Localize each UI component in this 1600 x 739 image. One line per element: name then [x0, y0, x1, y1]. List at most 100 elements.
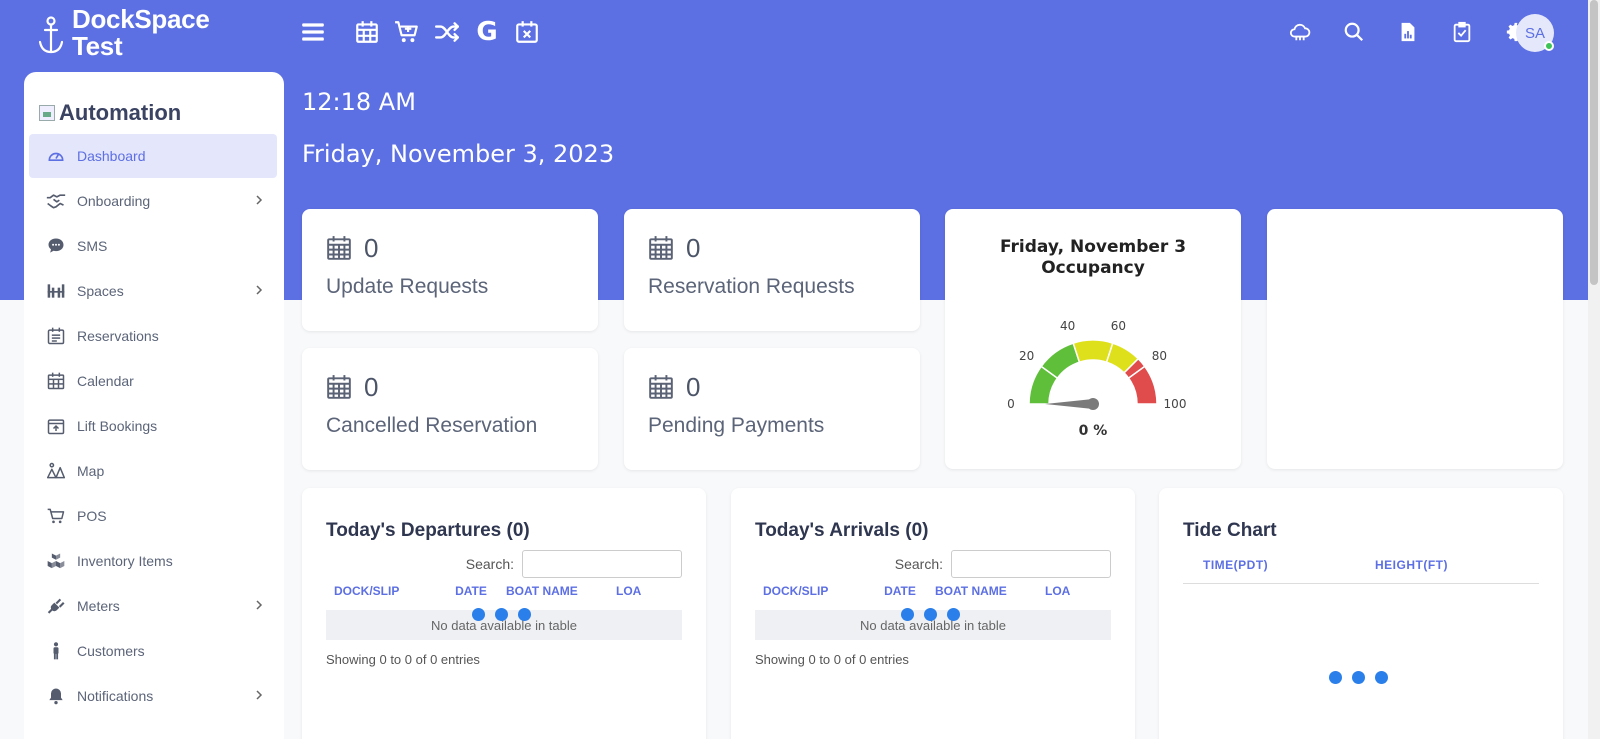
sidebar-item-sms[interactable]: SMS [29, 224, 277, 268]
arrivals-search: Search: [895, 550, 1111, 578]
calendar-icon [356, 21, 378, 43]
loading-dot [924, 608, 937, 621]
sidebar-item-label: Onboarding [77, 193, 151, 209]
sidebar-item-notifications[interactable]: Notifications [29, 674, 277, 718]
cloud-sync-button[interactable] [1286, 16, 1314, 48]
column-header-time[interactable]: TIME(PDT) [1203, 558, 1268, 572]
gauge-tick-label: 60 [1111, 319, 1126, 333]
stat-value: 0 [686, 372, 701, 402]
gauge-tick-label: 40 [1060, 319, 1075, 333]
reports-button[interactable] [1394, 16, 1422, 48]
calendar-x-icon [516, 21, 538, 43]
arrivals-card: Today's Arrivals (0) Search: DOCK/SLIP D… [731, 488, 1135, 739]
sidebar-item-dashboard[interactable]: Dashboard [29, 134, 277, 178]
calendar-icon [649, 236, 673, 260]
column-header-loa[interactable]: LOA [616, 584, 676, 610]
sidebar-item-label: Lift Bookings [77, 418, 158, 434]
current-time: 12:18 AM [302, 88, 416, 116]
stat-value: 0 [364, 233, 379, 263]
column-header-boat-name[interactable]: BOAT NAME [506, 584, 616, 610]
sidebar-item-map[interactable]: Map [29, 449, 277, 493]
stat-value: 0 [686, 233, 701, 263]
stat-card-reservation-requests[interactable]: 0 Reservation Requests [624, 209, 920, 331]
calendar-shortcut-button[interactable] [353, 16, 381, 48]
person-icon [45, 640, 67, 662]
google-shortcut-button[interactable]: G [473, 16, 501, 48]
chevron-right-icon [256, 285, 263, 295]
stat-card-cancelled-reservation[interactable]: 0 Cancelled Reservation [302, 348, 598, 470]
user-avatar[interactable]: SA [1516, 14, 1554, 52]
departures-search-input[interactable] [522, 550, 682, 578]
pos-shortcut-button[interactable] [393, 16, 421, 48]
cart-plus-icon [395, 21, 418, 43]
sidebar-item-label: Spaces [77, 283, 124, 299]
sidebar-item-lift-bookings[interactable]: Lift Bookings [29, 404, 277, 448]
dashboard-gauge-icon [45, 145, 67, 167]
sidebar-item-meters[interactable]: Meters [29, 584, 277, 628]
tide-title: Tide Chart [1183, 520, 1277, 541]
hamburger-icon [302, 23, 324, 41]
sidebar-item-label: Inventory Items [77, 553, 173, 569]
arrivals-search-input[interactable] [951, 550, 1111, 578]
sidebar-item-label: Meters [77, 598, 120, 614]
anchor-icon [38, 16, 64, 54]
stat-label: Reservation Requests [648, 275, 855, 298]
gauge-title-line2: Occupancy [1041, 258, 1145, 278]
departures-entries-info: Showing 0 to 0 of 0 entries [326, 652, 480, 667]
sidebar-item-customers[interactable]: Customers [29, 629, 277, 673]
search-label: Search: [894, 556, 943, 572]
loading-dot [495, 608, 508, 621]
bell-icon [45, 685, 67, 707]
column-header-boat-name[interactable]: BOAT NAME [935, 584, 1045, 610]
chevron-right-icon [256, 600, 263, 610]
column-header-dock-slip[interactable]: DOCK/SLIP [755, 584, 865, 610]
scrollbar-thumb[interactable] [1590, 0, 1598, 285]
sidebar-item-label: Dashboard [77, 148, 146, 164]
departures-loading-indicator [472, 608, 531, 621]
stat-card-update-requests[interactable]: 0 Update Requests [302, 209, 598, 331]
sidebar-item-spaces[interactable]: Spaces [29, 269, 277, 313]
online-status-dot [1544, 41, 1554, 51]
stat-card-pending-payments[interactable]: 0 Pending Payments [624, 348, 920, 470]
arrivals-entries-info: Showing 0 to 0 of 0 entries [755, 652, 909, 667]
shuffle-shortcut-button[interactable] [433, 16, 461, 48]
sidebar-item-calendar[interactable]: Calendar [29, 359, 277, 403]
dock-spaces-icon [45, 280, 67, 302]
top-toolbar: G [299, 16, 541, 48]
scrollbar[interactable] [1588, 0, 1600, 739]
calendar-cancel-shortcut-button[interactable] [513, 16, 541, 48]
avatar-initials: SA [1524, 24, 1545, 42]
sidebar-item-label: Customers [77, 643, 145, 659]
search-button[interactable] [1340, 16, 1368, 48]
chevron-right-icon [256, 195, 263, 205]
sidebar-item-onboarding[interactable]: Onboarding [29, 179, 277, 223]
calendar-icon [327, 375, 351, 399]
google-g-icon: G [476, 17, 498, 47]
sidebar-item-inventory-items[interactable]: Inventory Items [29, 539, 277, 583]
column-header-dock-slip[interactable]: DOCK/SLIP [326, 584, 436, 610]
sidebar-item-pos[interactable]: POS [29, 494, 277, 538]
tasks-button[interactable] [1448, 16, 1476, 48]
column-header-loa[interactable]: LOA [1045, 584, 1105, 610]
empty-widget-card [1267, 209, 1563, 469]
sidebar-item-label: Map [77, 463, 105, 479]
calendar-icon [649, 375, 673, 399]
menu-toggle-button[interactable] [299, 16, 327, 48]
column-header-date[interactable]: DATE [865, 584, 935, 610]
lift-box-icon [45, 415, 67, 437]
loading-dot [518, 608, 531, 621]
gauge-tick-label: 20 [1019, 349, 1034, 363]
brand-logo[interactable]: DockSpace Test [36, 4, 210, 60]
gauge-value: 0 % [1079, 423, 1108, 439]
organization-logo-image [39, 105, 55, 121]
sidebar-item-label: Notifications [77, 688, 154, 704]
gauge-tick-label: 0 [1007, 397, 1015, 411]
brand-name-line1: DockSpace [72, 4, 210, 34]
column-header-height[interactable]: HEIGHT(FT) [1375, 558, 1448, 572]
column-header-date[interactable]: DATE [436, 584, 506, 610]
gauge-tick-label: 100 [1164, 397, 1187, 411]
sidebar-item-reservations[interactable]: Reservations [29, 314, 277, 358]
gauge-title: Friday, November 3 Occupancy [945, 237, 1241, 279]
departures-card: Today's Departures (0) Search: DOCK/SLIP… [302, 488, 706, 739]
gauge-bands [1028, 339, 1158, 405]
